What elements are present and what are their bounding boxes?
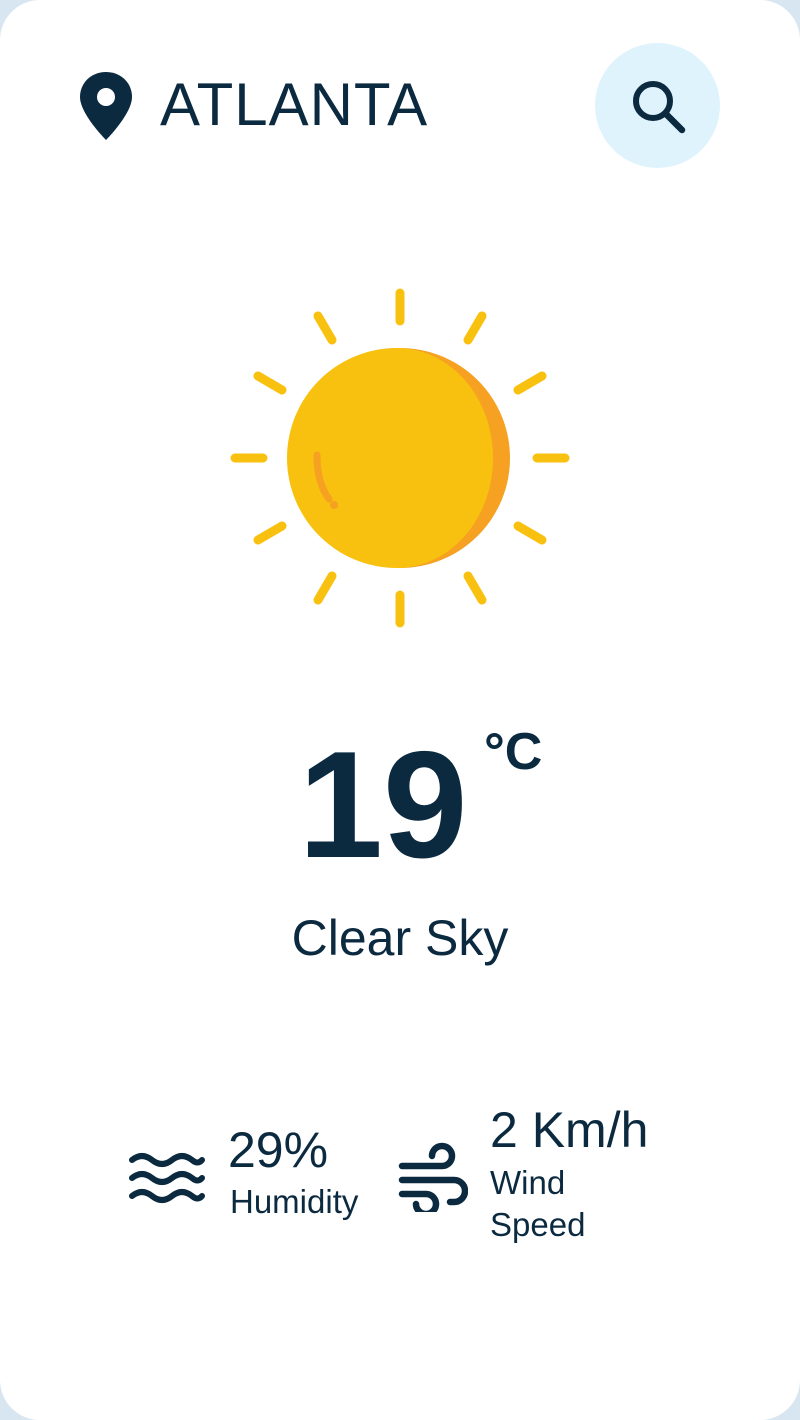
humidity-value: 29%	[228, 1122, 329, 1178]
search-icon	[633, 81, 686, 134]
humidity-label: Humidity	[230, 1183, 359, 1220]
wind-icon	[398, 1142, 468, 1212]
search-button[interactable]	[595, 43, 720, 168]
weather-condition: Clear Sky	[291, 910, 509, 966]
weather-card: ATLANTA 19 °C Clear Sky 29% Humidity 2 K…	[0, 0, 800, 1420]
sun-icon	[230, 288, 570, 628]
temperature-value: 19	[298, 720, 468, 890]
wind-speed-label: Wind Speed	[490, 1164, 586, 1243]
city-name: ATLANTA	[160, 71, 429, 138]
humidity-waves-icon	[129, 1153, 205, 1203]
wind-speed-value: 2 Km/h	[490, 1102, 649, 1158]
map-pin-icon	[80, 72, 132, 140]
temperature-row: 19 °C	[0, 725, 800, 885]
temperature-unit: °C	[484, 723, 543, 781]
